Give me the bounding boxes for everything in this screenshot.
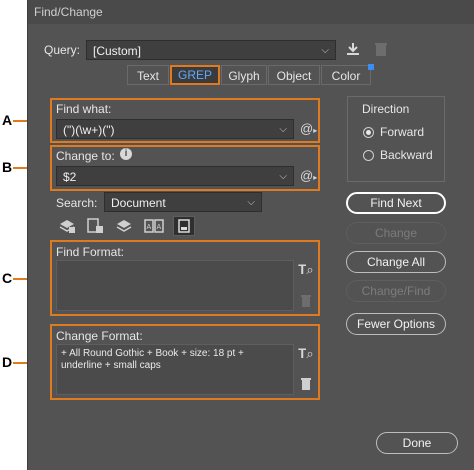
change-to-value: $2 (63, 170, 77, 184)
callout-a: A (2, 112, 13, 128)
chevron-down-icon: ⌵ (247, 197, 255, 208)
include-footnotes-icon[interactable] (173, 216, 195, 236)
direction-label: Direction (362, 102, 410, 116)
search-scope-select[interactable]: Document ⌵ (104, 192, 262, 212)
find-format-pane[interactable] (56, 260, 294, 311)
include-locked-layers-icon[interactable] (58, 218, 78, 236)
search-scope-value: Document (111, 196, 166, 210)
done-button[interactable]: Done (376, 432, 458, 454)
tab-color-badge (368, 64, 374, 70)
svg-text:A: A (157, 224, 162, 231)
find-what-input[interactable]: (")(\w+)(") ⌵ (56, 119, 294, 139)
chevron-down-icon: ⌵ (321, 45, 329, 56)
change-all-button[interactable]: Change All (346, 251, 446, 273)
tab-glyph[interactable]: Glyph (221, 65, 267, 85)
search-label: Search: (56, 196, 98, 210)
info-icon[interactable]: i (120, 148, 132, 160)
find-change-dialog: Find/Change Query: [Custom] ⌵ Text GREP … (27, 0, 474, 470)
svg-text:A: A (147, 224, 152, 231)
backward-label: Backward (380, 148, 433, 162)
backward-radio[interactable] (363, 150, 374, 161)
save-query-icon[interactable] (344, 41, 364, 59)
change-format-value: + All Round Gothic + Book + size: 18 pt … (61, 348, 244, 371)
callout-c: C (2, 270, 13, 286)
change-button[interactable]: Change (346, 222, 446, 244)
tab-object[interactable]: Object (268, 65, 320, 85)
special-characters-icon[interactable]: @▸ (300, 121, 317, 136)
clear-change-format-icon[interactable] (300, 377, 312, 394)
callout-b: B (2, 159, 13, 175)
tab-color[interactable]: Color (321, 65, 371, 85)
change-to-label: Change to: (56, 149, 115, 163)
clear-find-format-icon[interactable] (300, 294, 312, 311)
forward-radio[interactable] (363, 127, 374, 138)
query-label: Query: (44, 43, 81, 57)
change-find-button[interactable]: Change/Find (346, 280, 446, 302)
change-to-input[interactable]: $2 ⌵ (56, 166, 294, 186)
find-format-label: Find Format: (56, 245, 125, 259)
find-what-value: (")(\w+)(") (63, 123, 115, 137)
window-title: Find/Change (28, 0, 474, 24)
special-characters-icon[interactable]: @▸ (300, 168, 317, 183)
include-hidden-layers-icon[interactable] (115, 218, 135, 236)
forward-label: Forward (380, 125, 425, 139)
include-locked-stories-icon[interactable] (86, 218, 106, 236)
query-select[interactable]: [Custom] ⌵ (86, 40, 336, 60)
delete-query-icon[interactable] (374, 41, 394, 59)
specify-find-format-icon[interactable]: 𝐓⌕ (298, 262, 314, 278)
tab-grep[interactable]: GREP (170, 65, 220, 85)
include-master-pages-icon[interactable]: AA (144, 218, 164, 236)
find-next-button[interactable]: Find Next (346, 192, 446, 214)
chevron-down-icon: ⌵ (279, 171, 287, 182)
find-what-label: Find what: (56, 102, 112, 116)
fewer-options-button[interactable]: Fewer Options (346, 313, 446, 335)
chevron-down-icon: ⌵ (279, 124, 287, 135)
tab-text[interactable]: Text (127, 65, 169, 85)
change-format-label: Change Format: (56, 329, 143, 343)
specify-change-format-icon[interactable]: 𝐓⌕ (298, 346, 314, 362)
change-format-pane[interactable]: + All Round Gothic + Book + size: 18 pt … (56, 344, 294, 395)
callout-d: D (2, 354, 13, 370)
query-value: [Custom] (93, 44, 142, 58)
